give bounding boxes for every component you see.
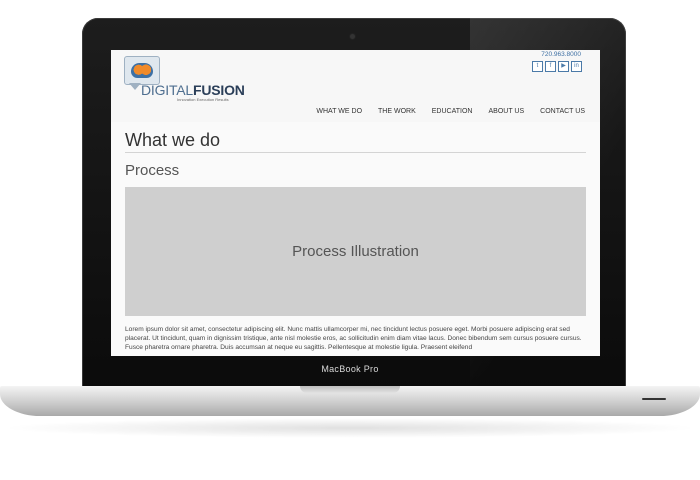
logo-bubble-tail (129, 83, 141, 90)
page-title: What we do (125, 122, 586, 153)
nav-contact-us[interactable]: CONTACT US (540, 108, 585, 115)
main-nav: WHAT WE DO THE WORK EDUCATION ABOUT US C… (316, 108, 585, 115)
process-illustration: Process Illustration (125, 187, 586, 316)
site-header: DIGITALFUSION Innovation Execution Resul… (111, 50, 600, 122)
main-content: What we do Process Process Illustration … (111, 122, 600, 352)
laptop-shadow (0, 418, 700, 438)
linkedin-icon[interactable]: in (571, 61, 582, 72)
logo-wordmark[interactable]: DIGITALFUSION (141, 82, 245, 98)
facebook-icon[interactable]: f (545, 61, 556, 72)
nav-about-us[interactable]: ABOUT US (488, 108, 524, 115)
laptop-slot (642, 398, 666, 400)
logo-word-fusion: FUSION (193, 82, 245, 98)
nav-what-we-do[interactable]: WHAT WE DO (316, 108, 362, 115)
social-links: t f ▶ in (532, 61, 582, 72)
logo-tagline: Innovation Execution Results (177, 97, 229, 102)
phone-number[interactable]: 720.963.8000 (541, 51, 581, 58)
section-heading: Process (125, 162, 180, 179)
laptop-opening-notch (300, 386, 400, 393)
twitter-icon[interactable]: t (532, 61, 543, 72)
device-brand-label: MacBook Pro (321, 364, 379, 374)
body-paragraph: Lorem ipsum dolor sit amet, consectetur … (125, 326, 582, 351)
illustration-label: Process Illustration (292, 243, 419, 260)
nav-the-work[interactable]: THE WORK (378, 108, 416, 115)
brain-icon (131, 63, 153, 78)
camera-icon (350, 34, 355, 39)
youtube-icon[interactable]: ▶ (558, 61, 569, 72)
nav-education[interactable]: EDUCATION (432, 108, 473, 115)
logo-word-digital: DIGITAL (141, 82, 194, 98)
logo-icon[interactable] (124, 56, 160, 85)
browser-screen: DIGITALFUSION Innovation Execution Resul… (111, 50, 600, 356)
